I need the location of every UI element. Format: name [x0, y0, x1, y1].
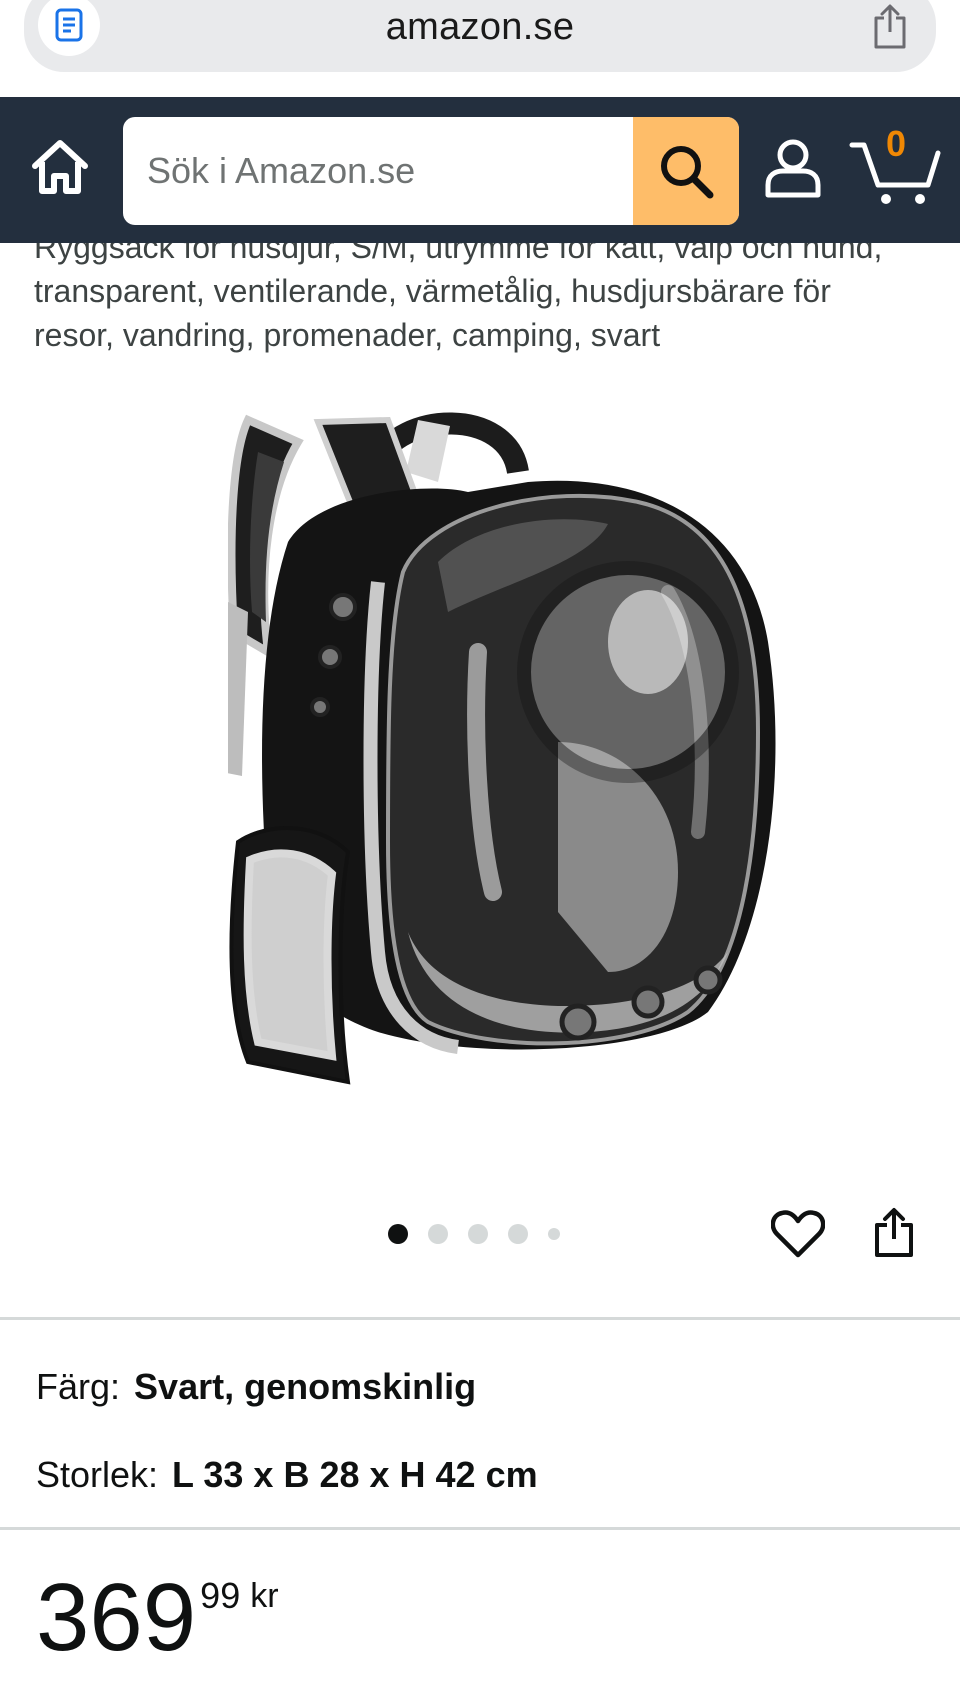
size-value: L 33 x B 28 x H 42 cm [172, 1454, 538, 1495]
price-currency: kr [250, 1577, 279, 1615]
account-icon[interactable] [760, 133, 826, 203]
browser-address-bar: amazon.se [0, 0, 960, 97]
carousel-dot[interactable] [428, 1224, 448, 1244]
image-carousel-dots[interactable] [388, 1222, 560, 1246]
product-title-container: Ryggsäck för husdjur, S/M, utrymme för k… [34, 243, 904, 403]
cart-count-badge: 0 [886, 123, 907, 164]
search-button[interactable] [633, 117, 739, 225]
color-variation[interactable]: Färg: Svart, genomskinlig [36, 1366, 476, 1408]
search-bar [123, 117, 739, 225]
search-input[interactable] [123, 117, 633, 225]
cart-button[interactable]: 0 [848, 123, 944, 213]
url-field[interactable]: amazon.se [24, 0, 936, 72]
price-whole: 369 [36, 1564, 197, 1671]
heart-icon[interactable] [770, 1206, 826, 1262]
carousel-dot[interactable] [548, 1228, 560, 1240]
carousel-dot[interactable] [508, 1224, 528, 1244]
share-icon[interactable] [866, 2, 914, 52]
share-icon[interactable] [868, 1204, 920, 1262]
color-label: Färg: [36, 1366, 121, 1407]
home-icon[interactable] [26, 133, 94, 201]
price-fraction: 99 [200, 1575, 241, 1616]
size-label: Storlek: [36, 1454, 159, 1495]
color-value: Svart, genomskinlig [134, 1366, 477, 1407]
product-title: Ryggsäck för husdjur, S/M, utrymme för k… [34, 243, 883, 353]
size-variation[interactable]: Storlek: L 33 x B 28 x H 42 cm [36, 1454, 538, 1496]
carousel-dot[interactable] [388, 1224, 408, 1244]
divider [0, 1527, 960, 1530]
product-image[interactable] [228, 412, 828, 1132]
amazon-header: 0 [0, 97, 960, 243]
search-icon [661, 146, 714, 199]
price: 369 99 kr [36, 1570, 279, 1680]
url-text[interactable]: amazon.se [24, 6, 936, 49]
carousel-dot[interactable] [468, 1224, 488, 1244]
divider [0, 1317, 960, 1320]
